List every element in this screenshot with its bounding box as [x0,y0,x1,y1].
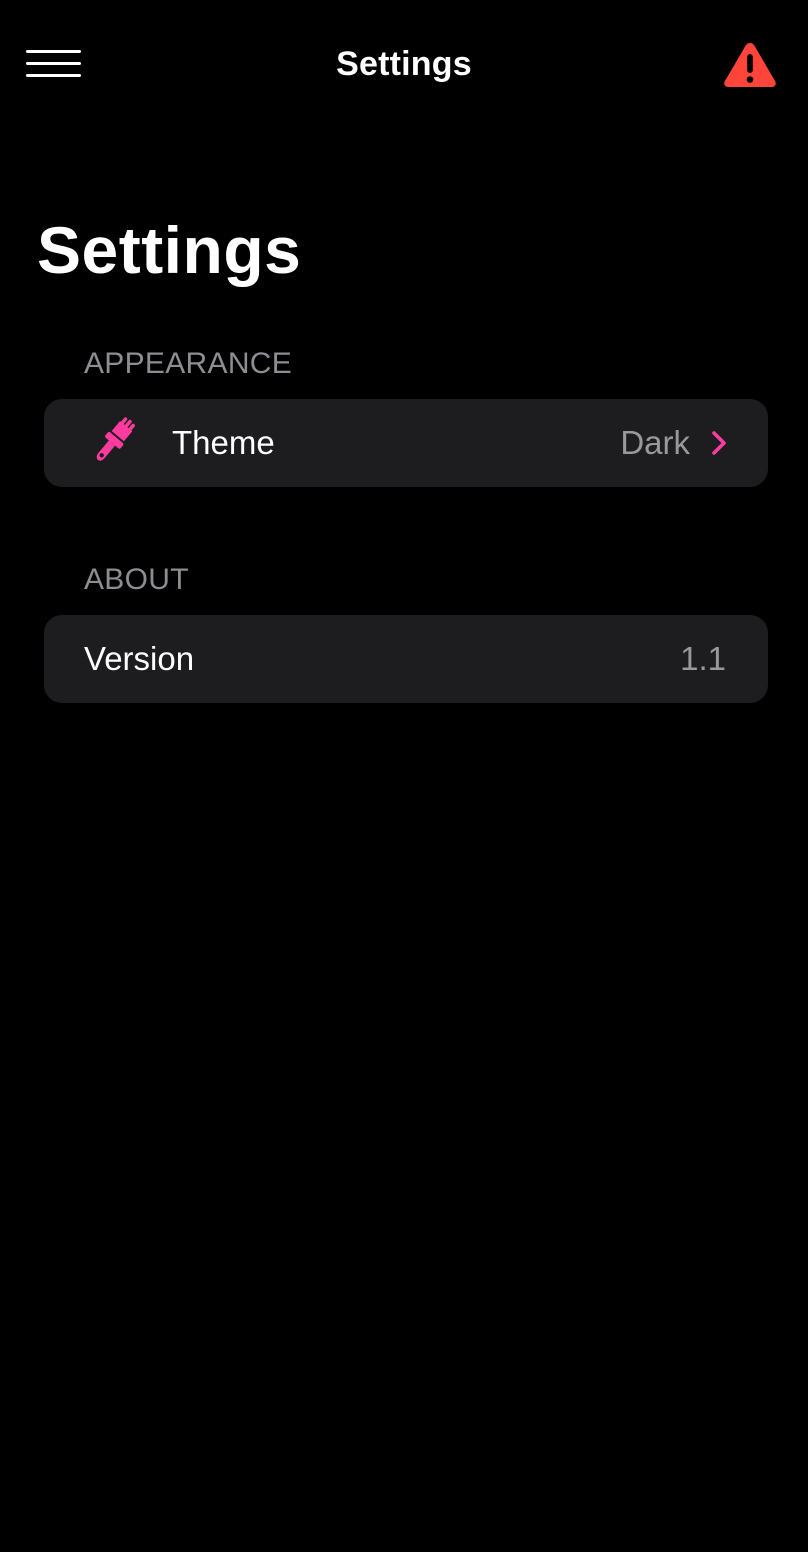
section-header-about: ABOUT [84,563,189,596]
version-value: 1.1 [680,640,726,677]
version-row: Version 1.1 [44,615,768,703]
theme-label: Theme [172,424,275,461]
page-title: Settings [37,213,302,287]
chevron-right-icon [712,431,726,455]
warning-triangle-icon [724,43,776,87]
theme-value: Dark [620,424,690,461]
section-header-appearance: APPEARANCE [84,347,293,380]
nav-title: Settings [336,45,472,83]
paintbrush-icon [88,417,136,469]
version-label: Version [84,640,195,677]
theme-row[interactable]: Theme Dark [44,399,768,487]
alert-button[interactable] [722,40,778,90]
navigation-bar: Settings [0,0,808,128]
